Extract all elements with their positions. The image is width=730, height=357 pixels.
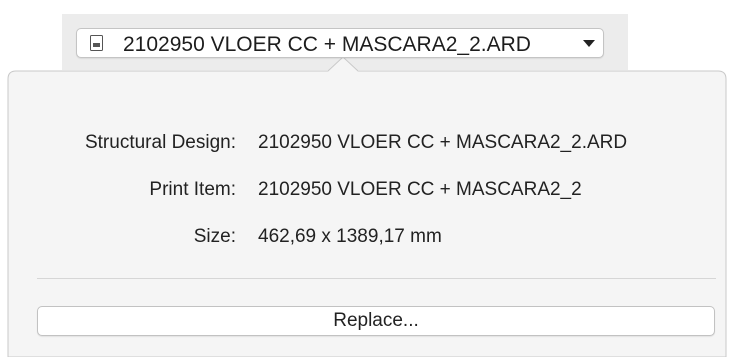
- size-label: Size:: [193, 226, 236, 247]
- window: 2102950 VLOER CC + MASCARA2_2.ARD Struct…: [0, 0, 730, 357]
- size-value: 462,69 x 1389,17 mm: [258, 226, 442, 247]
- structural-design-value: 2102950 VLOER CC + MASCARA2_2.ARD: [258, 132, 628, 153]
- file-popup-label: 2102950 VLOER CC + MASCARA2_2.ARD: [123, 33, 531, 56]
- file-popup-button[interactable]: 2102950 VLOER CC + MASCARA2_2.ARD: [76, 28, 604, 58]
- print-item-label: Print Item:: [149, 179, 236, 200]
- print-item-value: 2102950 VLOER CC + MASCARA2_2: [258, 179, 582, 200]
- divider: [37, 278, 716, 279]
- chevron-down-icon: [583, 40, 595, 47]
- replace-button[interactable]: Replace...: [37, 306, 715, 336]
- structural-design-label: Structural Design:: [84, 132, 236, 153]
- document-icon: [90, 35, 103, 51]
